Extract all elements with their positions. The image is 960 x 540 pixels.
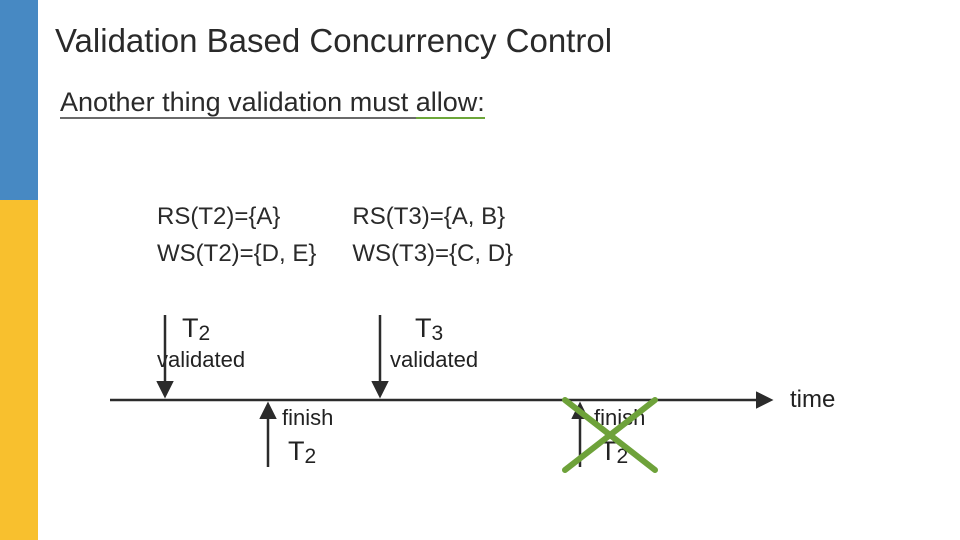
ws-t2: WS(T2)={D, E} — [157, 237, 350, 272]
page-title: Validation Based Concurrency Control — [55, 22, 612, 60]
subtitle-prefix: Another thing validation must — [60, 87, 416, 119]
t2-label: T2 — [182, 313, 210, 345]
sidebar-yellow — [0, 200, 38, 540]
time-label: time — [790, 386, 835, 413]
t3-validated: validated — [390, 347, 478, 372]
sidebar-accent — [0, 0, 38, 540]
t3-label: T3 — [415, 313, 443, 345]
subtitle: Another thing validation must allow: — [60, 87, 485, 118]
rs-t3: RS(T3)={A, B} — [352, 200, 547, 235]
timeline-diagram: time T2 validated T3 validated finish T2… — [110, 295, 870, 515]
subtitle-allow: allow: — [416, 87, 485, 119]
finish-label-a: finish — [282, 405, 333, 430]
rs-t2: RS(T2)={A} — [157, 200, 350, 235]
sidebar-blue — [0, 0, 38, 200]
finish-t2-a: T2 — [288, 436, 316, 468]
t2-validated: validated — [157, 347, 245, 372]
ws-t3: WS(T3)={C, D} — [352, 237, 547, 272]
read-write-sets: RS(T2)={A} RS(T3)={A, B} WS(T2)={D, E} W… — [155, 198, 549, 274]
